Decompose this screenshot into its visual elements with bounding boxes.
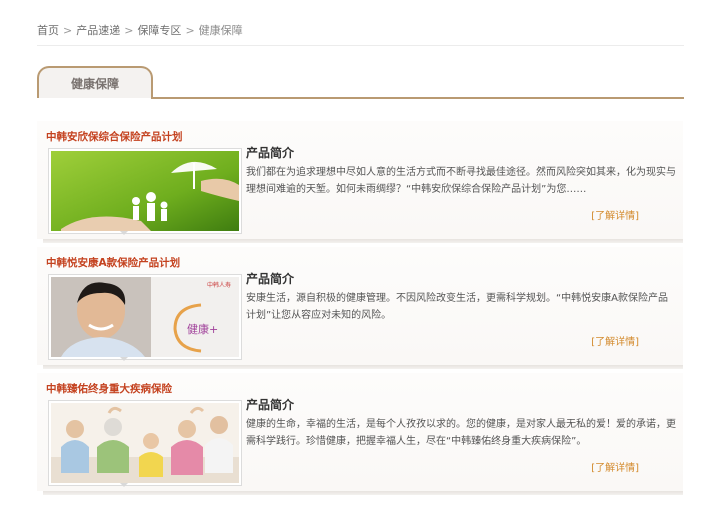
image-pointer [120, 231, 128, 235]
product-title[interactable]: 中韩悦安康A款保险产品计划 [46, 255, 180, 270]
product-card: 中韩悦安康A款保险产品计划 中韩人寿 健康+ 产品简介 安康生活，源自积极的健康… [37, 247, 683, 369]
breadcrumb-separator: > [63, 24, 73, 37]
image-pointer [120, 357, 128, 361]
card-shadow [43, 239, 683, 243]
tab-bar: 健康保障 [37, 66, 684, 102]
product-description: 安康生活，源自积极的健康管理。不因风险改变生活，更需科学规划。“中韩悦安康A款保… [246, 293, 669, 321]
tab-health-protection[interactable]: 健康保障 [37, 66, 153, 98]
breadcrumb-separator: > [185, 24, 195, 37]
breadcrumb-current: 健康保障 [198, 24, 243, 37]
breadcrumb-protection[interactable]: 保障专区 [137, 24, 181, 37]
product-description: 我们都在为追求理想中尽如人意的生活方式而不断寻找最佳途径。然而风险突如其来，化为… [246, 167, 676, 195]
breadcrumb-home[interactable]: 首页 [37, 24, 59, 37]
product-card: 中韩臻佑终身重大疾病保险 产品简介 健康的生命，幸福的生活，是每个人孜孜以求的。… [37, 373, 683, 495]
product-description: 健康的生命，幸福的生活，是每个人孜孜以求的。您的健康，是对家人最无私的爱！爱的承… [246, 419, 676, 447]
product-intro-heading: 产品简介 [246, 146, 295, 160]
health-plus-text: 健康+ [187, 322, 218, 336]
breadcrumb: 首页 > 产品速递 > 保障专区 > 健康保障 [37, 22, 243, 38]
learn-more-link[interactable]: [了解详情] [591, 333, 639, 348]
product-title[interactable]: 中韩臻佑终身重大疾病保险 [46, 381, 172, 396]
tab-underline [151, 97, 684, 99]
brand-mark: 中韩人寿 [207, 281, 231, 289]
image-pointer [120, 483, 128, 487]
page: 首页 > 产品速递 > 保障专区 > 健康保障 健康保障 中韩安欣保综合保险产品计划 [0, 0, 710, 512]
product-intro-heading: 产品简介 [246, 398, 295, 412]
card-shadow [43, 491, 683, 495]
learn-more-link[interactable]: [了解详情] [591, 207, 639, 222]
breadcrumb-products[interactable]: 产品速递 [76, 24, 120, 37]
product-image[interactable] [48, 400, 242, 486]
card-shadow [43, 365, 683, 369]
umbrella-family-image [51, 151, 239, 231]
smiling-man-image: 中韩人寿 健康+ [51, 277, 239, 357]
product-image[interactable]: 中韩人寿 健康+ [48, 274, 242, 360]
product-image[interactable] [48, 148, 242, 234]
learn-more-link[interactable]: [了解详情] [591, 459, 639, 474]
family-group-image [51, 403, 239, 483]
breadcrumb-separator: > [124, 24, 134, 37]
product-intro-heading: 产品简介 [246, 272, 295, 286]
breadcrumb-divider [37, 45, 684, 46]
product-title[interactable]: 中韩安欣保综合保险产品计划 [46, 129, 183, 144]
product-card: 中韩安欣保综合保险产品计划 产品简介 我们都在为追求理想中尽如人意的生活方式而不… [37, 121, 683, 243]
